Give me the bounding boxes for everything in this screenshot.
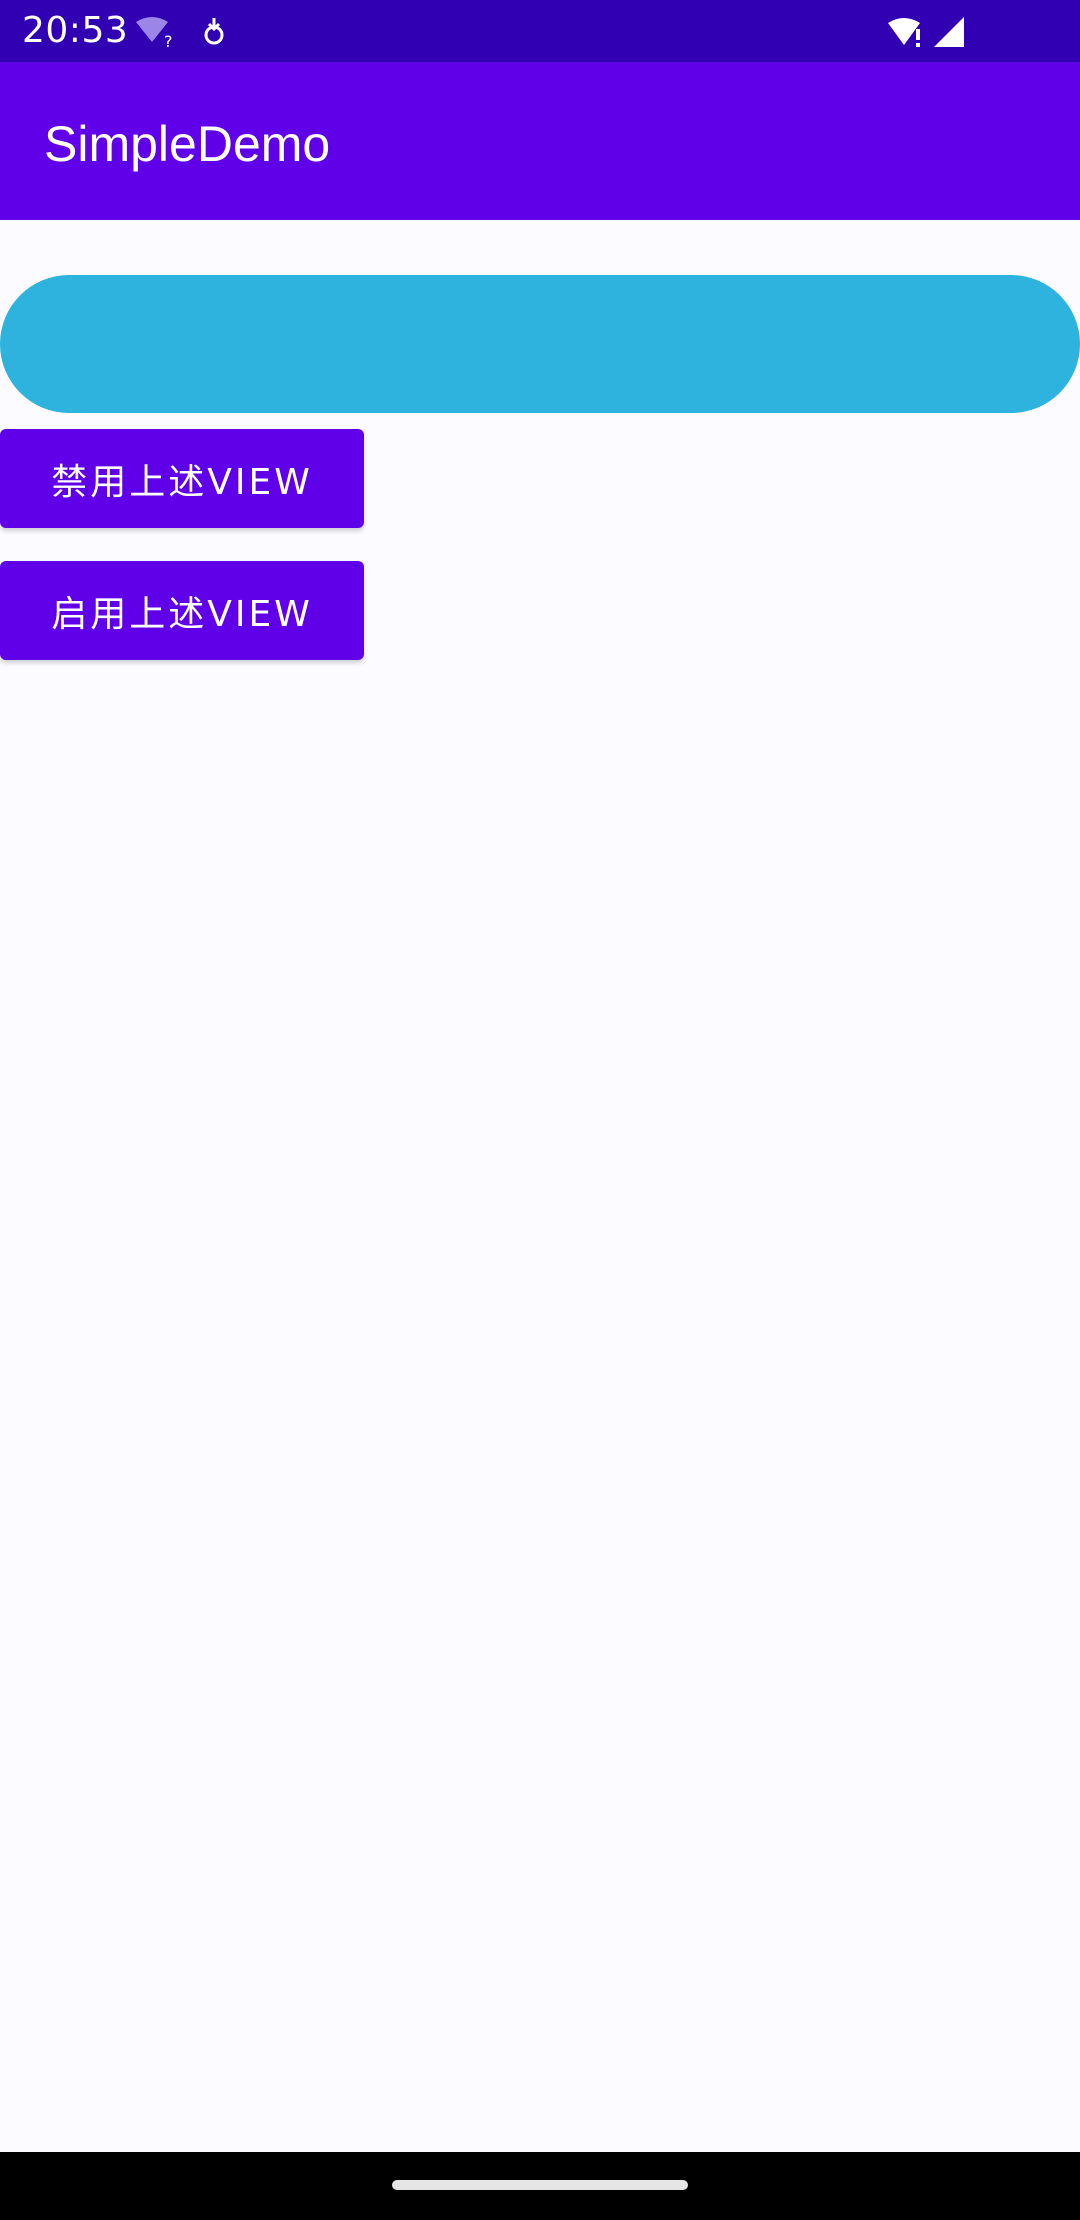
status-time: 20:53 [22,10,129,51]
main-content: 禁用上述VIEW 启用上述VIEW [0,220,1080,2152]
status-bar: 20:53 ? [0,0,1080,62]
wifi-alert-icon [886,15,926,53]
status-left-icons: ? [134,14,228,54]
cellular-signal-icon [932,15,966,53]
rounded-pill-view[interactable] [0,275,1080,413]
app-title: SimpleDemo [44,116,331,172]
disable-view-button[interactable]: 禁用上述VIEW [0,429,364,528]
home-gesture-handle[interactable] [392,2180,688,2190]
download-notification-icon [200,15,228,53]
navigation-bar [0,2152,1080,2220]
svg-text:?: ? [164,32,173,50]
status-right-icons [886,14,966,54]
enable-view-button[interactable]: 启用上述VIEW [0,561,364,660]
app-bar: SimpleDemo [0,62,1080,220]
wifi-question-icon: ? [134,14,178,54]
